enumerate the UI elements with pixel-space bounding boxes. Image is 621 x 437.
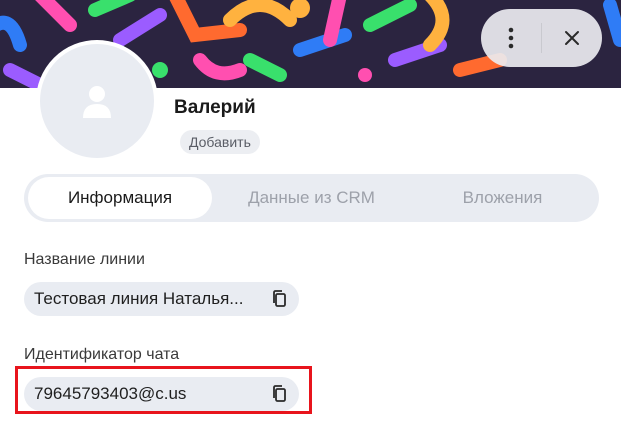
header-actions bbox=[481, 9, 602, 67]
highlight-box bbox=[15, 366, 312, 414]
line-name-label: Название линии bbox=[24, 251, 145, 268]
more-vertical-icon bbox=[508, 27, 514, 49]
copy-icon[interactable] bbox=[270, 289, 290, 309]
tab-crm-data[interactable]: Данные из CRM bbox=[219, 177, 404, 219]
tab-attachments[interactable]: Вложения bbox=[410, 177, 595, 219]
avatar[interactable] bbox=[36, 40, 158, 162]
close-icon bbox=[565, 31, 579, 45]
user-icon bbox=[83, 86, 111, 118]
line-name-value: Тестовая линия Наталья... bbox=[34, 289, 244, 308]
tab-info[interactable]: Информация bbox=[28, 177, 212, 219]
line-name-field: Тестовая линия Наталья... bbox=[24, 282, 299, 316]
contact-name: Валерий bbox=[174, 97, 256, 118]
chat-id-label: Идентификатор чата bbox=[24, 346, 180, 363]
close-button[interactable] bbox=[542, 9, 602, 67]
tab-bar: Информация Данные из CRM Вложения bbox=[24, 174, 599, 222]
more-options-button[interactable] bbox=[481, 9, 541, 67]
add-contact-button[interactable]: Добавить bbox=[180, 130, 260, 154]
